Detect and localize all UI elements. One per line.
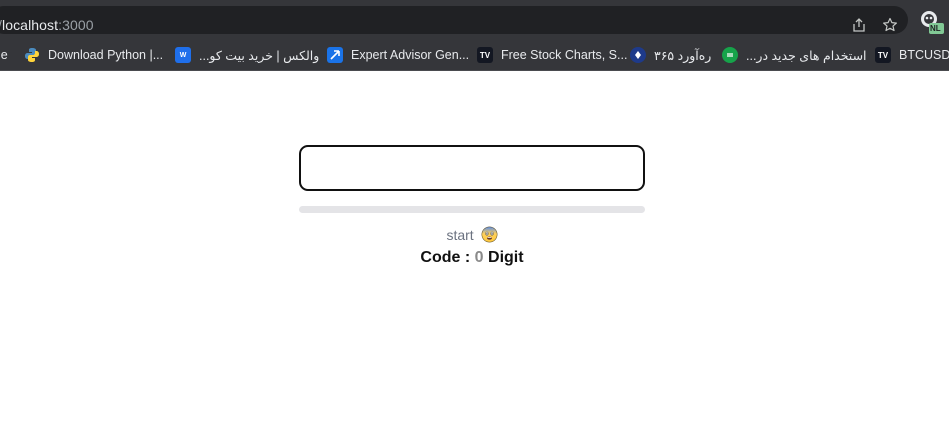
status-line: start xyxy=(0,226,944,243)
code-digit-counter: Code : 0 Digit xyxy=(0,249,944,267)
url-port: :3000 xyxy=(58,17,94,33)
code-input[interactable] xyxy=(299,145,645,191)
bookmark-label: ره‌آورد ۳۶۵ xyxy=(654,48,712,63)
share-icon[interactable] xyxy=(850,16,868,34)
code-unit: Digit xyxy=(488,249,524,266)
expert-advisor-icon xyxy=(327,47,343,63)
bookmark-item[interactable]: le xyxy=(0,45,8,65)
profile-badge: NL xyxy=(930,24,941,33)
jobinja-icon xyxy=(722,47,738,63)
bookmark-item[interactable]: W والکس | خرید بیت کو... xyxy=(175,45,319,65)
bookmark-label: والکس | خرید بیت کو... xyxy=(199,48,320,63)
star-icon[interactable] xyxy=(881,16,899,34)
tradingview-icon: TV xyxy=(875,47,891,63)
url-host: localhost xyxy=(1,17,59,33)
bookmark-item[interactable]: TV Free Stock Charts, S... xyxy=(477,45,627,65)
bookmark-item[interactable]: Download Python |... xyxy=(24,45,163,65)
bookmark-label: le xyxy=(0,48,8,62)
bookmarks-bar: le Download Python |... W والکس | خرید ب… xyxy=(0,38,949,71)
url-text[interactable]: ://localhost:3000 xyxy=(0,17,94,33)
rahavard-icon xyxy=(630,47,646,63)
bookmark-label: Expert Advisor Gen... xyxy=(351,48,470,62)
bookmark-item[interactable]: استخدام های جدید در... xyxy=(722,45,867,65)
code-count: 0 xyxy=(474,249,484,266)
code-label: Code : xyxy=(420,249,471,266)
tradingview-icon: TV xyxy=(477,47,493,63)
bookmark-item[interactable]: TV BTCUSD 1 xyxy=(875,45,949,65)
python-icon xyxy=(24,47,40,63)
fearful-face-emoji-icon xyxy=(481,226,498,243)
bookmark-label: استخدام های جدید در... xyxy=(746,48,867,63)
bookmark-label: Download Python |... xyxy=(48,48,164,62)
omnibox[interactable]: ://localhost:3000 xyxy=(0,6,908,34)
bookmark-label: Free Stock Charts, S... xyxy=(501,48,628,62)
status-text: start xyxy=(446,227,474,243)
wallex-icon: W xyxy=(175,47,191,63)
profile-avatar-icon[interactable]: NL xyxy=(918,8,944,34)
bookmark-item[interactable]: ره‌آورد ۳۶۵ xyxy=(630,45,711,65)
browser-toolbar: ://localhost:3000 NL xyxy=(0,0,949,38)
bookmark-item[interactable]: Expert Advisor Gen... xyxy=(327,45,469,65)
bookmark-label: BTCUSD 1 xyxy=(899,48,949,62)
progress-bar xyxy=(299,206,645,213)
